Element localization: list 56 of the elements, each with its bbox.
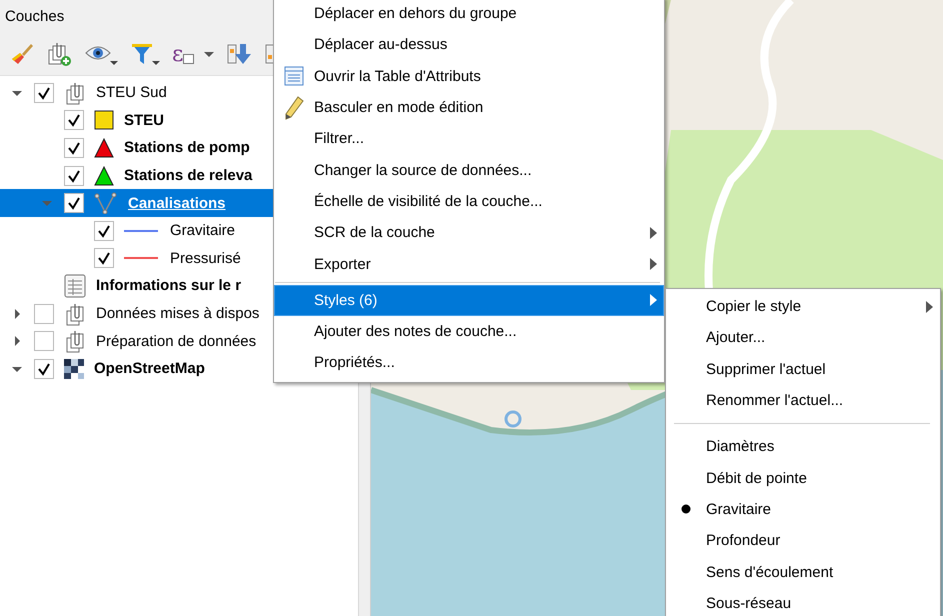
layer-group-icon: [64, 329, 86, 354]
layer-group-icon: [64, 302, 86, 326]
menu-item[interactable]: Ajouter des notes de couche...: [274, 316, 664, 348]
checkbox[interactable]: [34, 304, 54, 324]
expression-filter-button[interactable]: ɛ: [170, 39, 196, 69]
menu-item[interactable]: Exporter: [274, 248, 664, 280]
box-icon: [183, 54, 194, 64]
checkbox[interactable]: [64, 166, 84, 186]
pencil-icon: [284, 96, 304, 120]
checker-icon: [64, 358, 84, 379]
submenu-arrow-icon: [650, 294, 658, 306]
checkbox[interactable]: [34, 82, 54, 103]
menu-item[interactable]: Changer la source de données...: [274, 154, 664, 186]
menu-item[interactable]: Styles (6): [274, 284, 664, 316]
layer-name: Gravitaire: [170, 222, 236, 240]
layer-name: Données mises à dispos: [96, 305, 260, 322]
submenu-arrow-icon: [650, 258, 658, 270]
checkbox[interactable]: [34, 331, 54, 352]
menu-item[interactable]: Profondeur: [666, 525, 940, 556]
menu-item[interactable]: Ouvrir la Table d'Attributs: [274, 60, 664, 92]
layer-name: Préparation de données: [96, 332, 256, 350]
menu-item[interactable]: Supprimer l'actuel: [666, 354, 940, 385]
menu-item[interactable]: Débit de pointe: [666, 462, 940, 494]
checkbox[interactable]: [64, 138, 84, 158]
collapsed-arrow-icon[interactable]: [12, 336, 22, 346]
submenu-arrow-icon: [650, 226, 658, 239]
checkbox[interactable]: [64, 110, 84, 130]
checkbox[interactable]: [94, 220, 114, 241]
menu-item[interactable]: Copier le style: [666, 291, 940, 322]
layer-group-icon: [64, 80, 86, 105]
table-icon: [64, 274, 86, 298]
submenu-arrow-icon: [926, 300, 934, 313]
layer-name: Canalisations: [128, 194, 226, 212]
menu-item[interactable]: Filtrer...: [274, 123, 664, 154]
layer-name: Stations de releva: [124, 167, 252, 184]
layer-name: STEU: [124, 112, 164, 129]
checkbox[interactable]: [64, 193, 84, 214]
checkbox[interactable]: [34, 358, 54, 379]
menu-item[interactable]: Sens d'écoulement: [666, 556, 940, 588]
collapsed-arrow-icon[interactable]: [12, 308, 22, 319]
layer-name: STEU Sud: [96, 84, 167, 102]
menu-item[interactable]: Sous-réseau: [666, 588, 940, 616]
layer-name: Informations sur le r: [96, 277, 242, 294]
menu-item[interactable]: Propriétés...: [274, 347, 664, 379]
checkbox[interactable]: [94, 248, 114, 268]
menu-item[interactable]: Renommer l'actuel...: [666, 384, 940, 416]
menu-item[interactable]: Gravitaire: [666, 494, 940, 526]
line-vertices-icon: [94, 192, 118, 214]
table-icon: [284, 66, 304, 86]
menu-item[interactable]: SCR de la couche: [274, 217, 664, 248]
layer-name: Pressurisé: [170, 250, 241, 267]
menu-item[interactable]: Diamètres: [666, 431, 940, 462]
layer-name: OpenStreetMap: [94, 360, 205, 378]
menu-item[interactable]: Basculer en mode édition: [274, 92, 664, 124]
menu-item[interactable]: Ajouter...: [666, 322, 940, 354]
layer-name: Stations de pomp: [124, 139, 250, 156]
